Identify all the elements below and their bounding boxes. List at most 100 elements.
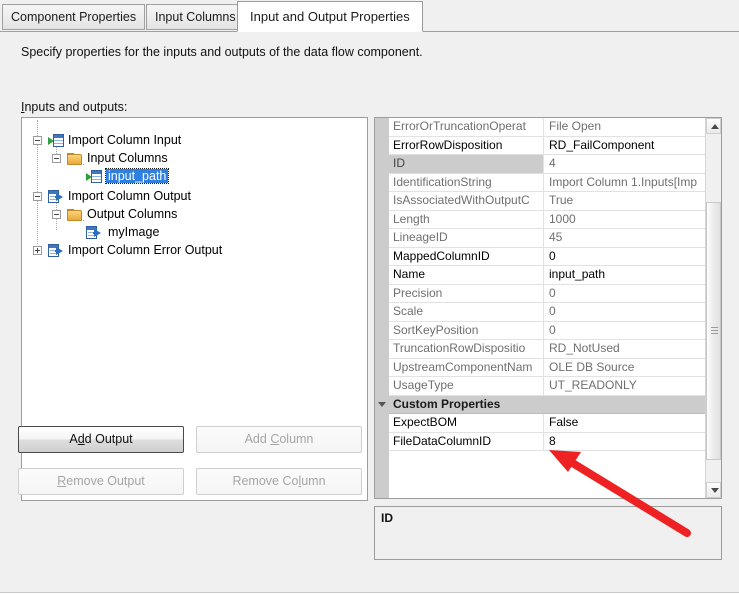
property-name: MappedColumnID <box>389 247 544 265</box>
property-name: IdentificationString <box>389 173 544 191</box>
btn-post: d Output <box>84 432 133 446</box>
property-name: UpstreamComponentNam <box>389 358 544 376</box>
tab-strip: Component Properties Input Columns Input… <box>0 0 739 33</box>
output-icon <box>48 244 64 258</box>
expander-minus-icon[interactable] <box>33 192 42 201</box>
btn-pre: Remove Co <box>232 474 299 488</box>
output-icon <box>86 226 102 240</box>
tab-component-properties[interactable]: Component Properties <box>2 4 146 30</box>
input-icon <box>48 134 64 148</box>
expander-minus-icon[interactable] <box>52 154 61 163</box>
tree-item-label: Output Columns <box>87 207 178 221</box>
inputs-and-outputs-label: Inputs and outputs: <box>21 100 127 114</box>
expander-plus-icon[interactable] <box>33 246 42 255</box>
btn-post: umn <box>301 474 326 488</box>
property-name: FileDataColumnID <box>389 432 544 450</box>
property-value[interactable]: RD_NotUsed <box>544 340 706 358</box>
btn-post: olumn <box>279 432 314 446</box>
io-label-rest: nputs and outputs: <box>24 100 128 114</box>
tree-item-import-column-output[interactable]: Import Column Output <box>22 188 191 207</box>
property-value[interactable]: 0 <box>544 248 706 266</box>
property-value[interactable]: False <box>544 414 706 432</box>
property-row[interactable]: MappedColumnID 0 <box>389 247 706 266</box>
collapse-triangle-icon[interactable] <box>378 401 386 407</box>
tree-item-label: Import Column Output <box>68 189 191 203</box>
property-row[interactable]: UsageType UT_READONLY <box>389 377 706 396</box>
remove-column-button[interactable]: Remove Column <box>196 468 362 495</box>
property-row[interactable]: IsAssociatedWithOutputC True <box>389 192 706 211</box>
grip-icon <box>711 327 718 334</box>
property-value[interactable]: RD_FailComponent <box>544 137 706 155</box>
btn-pre: A <box>69 432 78 446</box>
property-name: ErrorOrTruncationOperat <box>389 118 544 136</box>
property-name: SortKeyPosition <box>389 321 544 339</box>
property-row[interactable]: TruncationRowDispositio RD_NotUsed <box>389 340 706 359</box>
property-name: Name <box>389 266 544 284</box>
tree-item-input-path[interactable]: input_path <box>22 168 170 187</box>
tree-item-label: Import Column Error Output <box>68 243 223 257</box>
property-name: ID <box>389 155 544 173</box>
tree-item-label: Input Columns <box>87 151 168 165</box>
scroll-up-button[interactable] <box>706 118 721 134</box>
property-value[interactable]: 1000 <box>544 211 706 229</box>
property-value[interactable]: File Open <box>544 118 706 136</box>
property-row[interactable]: Length 1000 <box>389 210 706 229</box>
property-row[interactable]: IdentificationString Import Column 1.Inp… <box>389 173 706 192</box>
property-name: ExpectBOM <box>389 414 544 432</box>
property-value[interactable]: UT_READONLY <box>544 377 706 395</box>
tree-item-import-column-input[interactable]: Import Column Input <box>22 132 181 151</box>
property-row[interactable]: ErrorOrTruncationOperat File Open <box>389 118 706 137</box>
expander-minus-icon[interactable] <box>33 136 42 145</box>
property-row[interactable]: Scale 0 <box>389 303 706 322</box>
property-description-title: ID <box>381 511 393 525</box>
tree-item-output-columns[interactable]: Output Columns <box>22 206 177 225</box>
folder-icon <box>67 209 83 222</box>
property-value[interactable]: OLE DB Source <box>544 359 706 377</box>
property-name: LineageID <box>389 229 544 247</box>
tree-item-label: Import Column Input <box>68 133 182 147</box>
tree-item-myimage[interactable]: myImage <box>22 224 159 243</box>
property-grid-scrollbar[interactable] <box>705 118 721 498</box>
scroll-down-button[interactable] <box>706 482 721 498</box>
remove-output-button[interactable]: Remove Output <box>18 468 184 495</box>
tab-input-columns[interactable]: Input Columns <box>146 4 245 30</box>
property-name: Length <box>389 210 544 228</box>
property-row[interactable]: UpstreamComponentNam OLE DB Source <box>389 358 706 377</box>
add-output-button[interactable]: Add Output <box>18 426 184 453</box>
scrollbar-thumb[interactable] <box>706 202 721 460</box>
add-column-button[interactable]: Add Column <box>196 426 362 453</box>
property-value[interactable]: 0 <box>544 303 706 321</box>
property-row[interactable]: Precision 0 <box>389 284 706 303</box>
property-row[interactable]: ID 4 <box>389 155 706 174</box>
property-row[interactable]: ExpectBOM False <box>389 414 706 433</box>
property-row[interactable]: Name input_path <box>389 266 706 285</box>
property-value[interactable]: 8 <box>544 433 706 451</box>
btn-accel: d <box>77 432 85 446</box>
btn-post: emove Output <box>66 474 145 488</box>
input-icon <box>86 170 102 184</box>
property-name: Precision <box>389 284 544 302</box>
property-value[interactable]: 45 <box>544 229 706 247</box>
property-value[interactable]: True <box>544 192 706 210</box>
tab-input-and-output-properties[interactable]: Input and Output Properties <box>237 1 423 32</box>
property-value[interactable]: 0 <box>544 285 706 303</box>
property-value[interactable]: Import Column 1.Inputs[Imp <box>544 174 706 192</box>
property-category-custom-properties[interactable]: Custom Properties <box>378 395 706 414</box>
property-name: Scale <box>389 303 544 321</box>
property-name: TruncationRowDispositio <box>389 340 544 358</box>
expander-minus-icon[interactable] <box>52 210 61 219</box>
tree-item-input-columns[interactable]: Input Columns <box>22 150 168 169</box>
tree-item-label: input_path <box>104 168 170 184</box>
property-value[interactable]: input_path <box>544 266 706 284</box>
page-body: Specify properties for the inputs and ou… <box>0 32 739 594</box>
property-row[interactable]: LineageID 45 <box>389 229 706 248</box>
property-value[interactable]: 4 <box>544 155 706 173</box>
property-name: IsAssociatedWithOutputC <box>389 192 544 210</box>
tree-item-import-column-error-output[interactable]: Import Column Error Output <box>22 242 222 261</box>
property-row[interactable]: FileDataColumnID 8 <box>389 432 706 451</box>
property-row[interactable]: SortKeyPosition 0 <box>389 321 706 340</box>
property-grid[interactable]: ErrorOrTruncationOperat File Open ErrorR… <box>374 117 722 499</box>
property-row[interactable]: ErrorRowDisposition RD_FailComponent <box>389 136 706 155</box>
property-value[interactable]: 0 <box>544 322 706 340</box>
property-name: ErrorRowDisposition <box>389 136 544 154</box>
